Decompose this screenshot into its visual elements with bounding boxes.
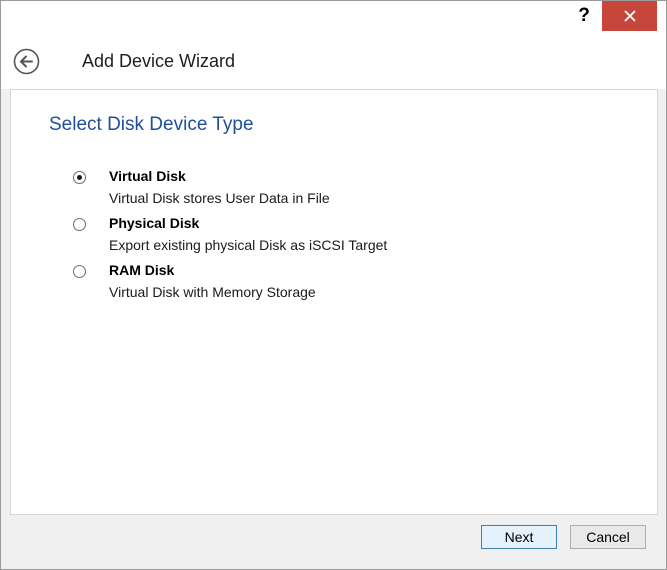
close-icon <box>623 10 636 22</box>
wizard-header: Add Device Wizard <box>1 31 666 89</box>
back-button[interactable] <box>13 48 40 75</box>
option-description: Export existing physical Disk as iSCSI T… <box>109 237 388 253</box>
option-description: Virtual Disk stores User Data in File <box>109 190 330 206</box>
wizard-title: Add Device Wizard <box>82 51 236 71</box>
option-label: Physical Disk <box>109 215 200 231</box>
title-bar: ? <box>1 1 666 31</box>
help-button[interactable]: ? <box>569 1 599 31</box>
back-arrow-icon <box>13 48 40 75</box>
wizard-window: ? Add Device Wizard Select Disk Device T… <box>0 0 667 570</box>
radio-ram-disk[interactable] <box>73 265 86 278</box>
option-label: RAM Disk <box>109 262 175 278</box>
wizard-footer: Next Cancel <box>1 515 666 569</box>
option-label: Virtual Disk <box>109 168 186 184</box>
content-panel: Select Disk Device Type Virtual Disk Vir… <box>10 89 658 515</box>
close-button[interactable] <box>602 1 657 31</box>
radio-selected-dot <box>77 175 82 180</box>
cancel-button[interactable]: Cancel <box>570 525 646 549</box>
option-description: Virtual Disk with Memory Storage <box>109 284 316 300</box>
section-title: Select Disk Device Type <box>49 114 254 135</box>
next-button[interactable]: Next <box>481 525 557 549</box>
radio-physical-disk[interactable] <box>73 218 86 231</box>
radio-virtual-disk[interactable] <box>73 171 86 184</box>
help-icon: ? <box>578 5 590 26</box>
